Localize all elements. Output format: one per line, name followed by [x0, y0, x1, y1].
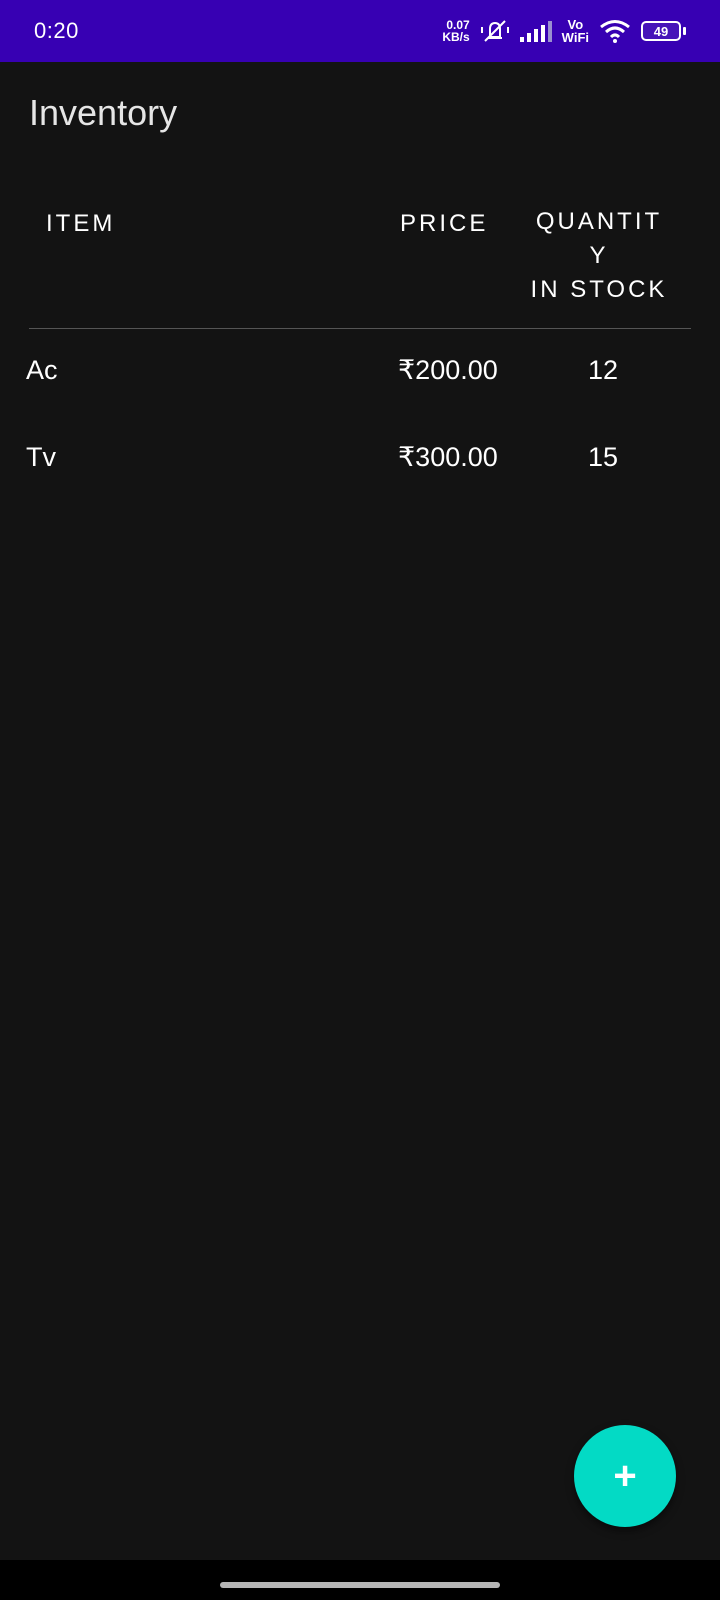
status-time: 0:20: [34, 18, 79, 43]
battery-level: 49: [641, 21, 681, 41]
item-name: Tv: [26, 442, 56, 472]
item-price: ₹200.00: [398, 355, 498, 385]
item-quantity: 15: [587, 442, 619, 472]
network-speed: 0.07 KB/s: [442, 19, 469, 43]
column-header-quantity-line1: QUANTIT: [535, 208, 663, 235]
add-item-button[interactable]: +: [574, 1425, 676, 1527]
column-header-quantity-line2: Y: [589, 242, 609, 269]
header-divider: [29, 328, 691, 329]
vibrate-mute-icon: [480, 20, 509, 42]
column-header-quantity: QUANTIT Y IN STOCK: [520, 205, 678, 307]
item-quantity: 12: [587, 355, 619, 385]
item-name: Ac: [26, 355, 58, 385]
navigation-bar: [0, 1560, 720, 1600]
column-header-item: ITEM: [46, 210, 116, 237]
inventory-row[interactable]: Tv ₹300.00 15: [0, 442, 720, 502]
inventory-row[interactable]: Ac ₹200.00 12: [0, 355, 720, 415]
vowifi-indicator: Vo WiFi: [562, 18, 589, 44]
column-header-price: PRICE: [400, 210, 489, 237]
battery-indicator: 49: [641, 21, 686, 41]
vowifi-bottom: WiFi: [561, 30, 589, 45]
page-title: Inventory: [29, 92, 178, 133]
battery-tip: [683, 27, 686, 35]
status-icons: 0.07 KB/s Vo WiFi 49: [442, 18, 686, 44]
column-header-quantity-line3: IN STOCK: [530, 276, 668, 303]
status-bar: 0:20 0.07 KB/s Vo WiFi 49: [0, 0, 720, 62]
network-speed-unit: KB/s: [442, 30, 470, 44]
signal-icon: [519, 21, 552, 42]
home-indicator[interactable]: [220, 1582, 500, 1588]
plus-icon: +: [613, 1454, 637, 1498]
item-price: ₹300.00: [398, 442, 498, 472]
wifi-icon: [600, 20, 630, 43]
